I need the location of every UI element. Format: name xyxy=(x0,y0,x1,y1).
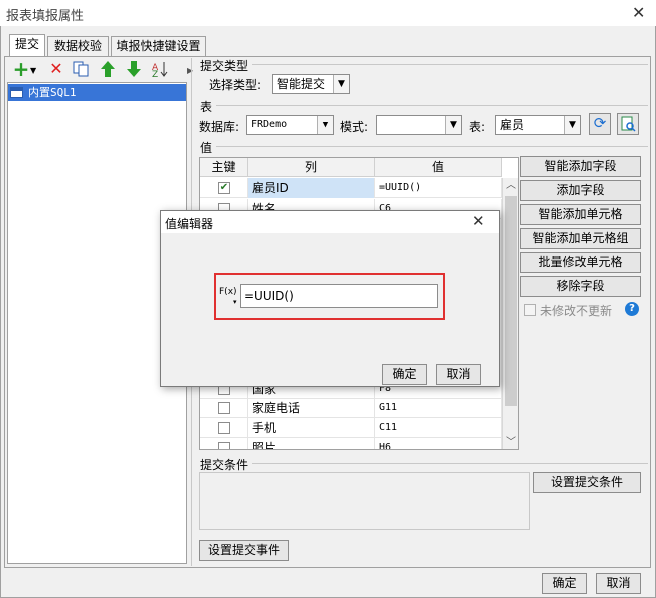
fx-icon[interactable]: F(x) xyxy=(219,287,237,297)
smart-add-cell-group-button[interactable]: 智能添加单元格组 xyxy=(520,228,641,249)
table-value: 雇员 xyxy=(500,118,525,132)
delete-icon[interactable]: ✕ xyxy=(47,60,65,78)
table-label: 表: xyxy=(469,120,486,134)
no-update-checkbox[interactable] xyxy=(524,304,536,316)
preview-icon[interactable] xyxy=(617,113,639,135)
help-icon[interactable]: ? xyxy=(625,302,639,316)
window-title: 报表填报属性 xyxy=(6,9,85,24)
tab-submit[interactable]: 提交 xyxy=(9,34,45,57)
primary-key-checkbox[interactable]: ✔ xyxy=(218,182,230,194)
chevron-down-icon[interactable]: ▼ xyxy=(30,66,36,75)
smart-add-field-button[interactable]: 智能添加字段 xyxy=(520,156,641,177)
primary-key-checkbox[interactable] xyxy=(218,422,230,434)
submit-type-value: 智能提交 xyxy=(277,77,326,91)
column-header-column[interactable]: 列 xyxy=(248,158,375,177)
value-cell[interactable]: C11 xyxy=(375,418,502,438)
table-select[interactable]: 雇员 ▼ xyxy=(495,115,581,135)
title-bar xyxy=(0,0,656,26)
column-cell[interactable]: 手机 xyxy=(248,418,375,438)
chevron-down-icon: ▼ xyxy=(445,116,461,134)
submit-condition-area[interactable] xyxy=(199,472,530,530)
table-icon xyxy=(10,87,23,98)
dialog-ok-button[interactable]: 确定 xyxy=(382,364,427,385)
column-cell[interactable]: 雇员ID xyxy=(248,178,375,198)
database-label: 数据库: xyxy=(199,120,240,134)
mode-select[interactable]: ▼ xyxy=(376,115,462,135)
column-cell[interactable]: 家庭电话 xyxy=(248,398,375,418)
smart-add-cell-button[interactable]: 智能添加单元格 xyxy=(520,204,641,225)
copy-icon[interactable] xyxy=(72,60,90,78)
select-type-label: 选择类型: xyxy=(209,78,262,92)
primary-key-checkbox[interactable] xyxy=(218,402,230,414)
svg-text:Z: Z xyxy=(152,70,158,78)
dialog-title: 值编辑器 xyxy=(165,217,214,231)
dialog-close-icon[interactable]: ✕ xyxy=(472,212,485,230)
move-down-icon[interactable] xyxy=(125,60,143,78)
formula-input[interactable]: =UUID() xyxy=(240,284,438,308)
submit-type-group-label: 提交类型 xyxy=(200,59,249,73)
divider xyxy=(252,64,648,65)
move-up-icon[interactable] xyxy=(99,60,117,78)
column-cell[interactable]: 照片 xyxy=(248,438,375,449)
scrollbar-thumb[interactable] xyxy=(505,196,517,406)
dialog-cancel-button[interactable]: 取消 xyxy=(436,364,481,385)
value-cell[interactable]: H6 xyxy=(375,438,502,449)
submit-type-select[interactable]: 智能提交 ▼ xyxy=(272,74,350,94)
table-row[interactable]: 手机 C11 xyxy=(200,418,502,438)
primary-key-checkbox[interactable] xyxy=(218,442,230,449)
scroll-down-icon[interactable]: ﹀ xyxy=(503,435,518,449)
table-row[interactable]: ✔ 雇员ID =UUID() xyxy=(200,178,502,198)
column-header-key[interactable]: 主键 xyxy=(200,158,248,177)
add-icon[interactable]: + xyxy=(12,59,30,79)
divider xyxy=(252,463,648,464)
value-cell[interactable]: G11 xyxy=(375,398,502,418)
column-header-value[interactable]: 值 xyxy=(375,158,502,177)
value-cell[interactable]: =UUID() xyxy=(375,178,502,198)
database-select[interactable]: FRDemo ▼ xyxy=(246,115,334,135)
table-row[interactable]: 家庭电话 G11 xyxy=(200,398,502,418)
chevron-down-icon: ▼ xyxy=(564,116,580,134)
database-value: FRDemo xyxy=(251,119,288,130)
chevron-down-icon: ▼ xyxy=(333,75,349,93)
sort-icon[interactable]: AZ xyxy=(151,60,169,80)
table-row[interactable]: 照片 H6 xyxy=(200,438,502,449)
cancel-button[interactable]: 取消 xyxy=(596,573,641,594)
chevron-down-icon[interactable]: ▾ xyxy=(233,298,237,306)
mode-label: 模式: xyxy=(340,120,369,134)
scroll-up-icon[interactable]: ︿ xyxy=(503,178,518,194)
close-icon[interactable]: ✕ xyxy=(632,3,645,22)
tab-data-validation[interactable]: 数据校验 xyxy=(47,36,109,57)
chevron-down-icon: ▼ xyxy=(317,116,333,134)
divider xyxy=(216,105,648,106)
list-item-builtin-sql[interactable]: 内置SQL1 xyxy=(8,84,186,101)
values-group-label: 值 xyxy=(200,141,213,155)
submit-condition-group-label: 提交条件 xyxy=(200,458,249,472)
vertical-scrollbar[interactable]: ︿ ﹀ xyxy=(502,178,518,449)
remove-field-button[interactable]: 移除字段 xyxy=(520,276,641,297)
ok-button[interactable]: 确定 xyxy=(542,573,587,594)
batch-modify-cell-button[interactable]: 批量修改单元格 xyxy=(520,252,641,273)
refresh-icon[interactable]: ⟳ xyxy=(589,113,611,135)
table-group-label: 表 xyxy=(200,100,213,114)
set-submit-event-button[interactable]: 设置提交事件 xyxy=(199,540,289,561)
add-field-button[interactable]: 添加字段 xyxy=(520,180,641,201)
no-update-label: 未修改不更新 xyxy=(540,304,613,318)
tab-shortcut-settings[interactable]: 填报快捷键设置 xyxy=(111,36,206,57)
divider xyxy=(216,146,648,147)
set-submit-condition-button[interactable]: 设置提交条件 xyxy=(533,472,641,493)
